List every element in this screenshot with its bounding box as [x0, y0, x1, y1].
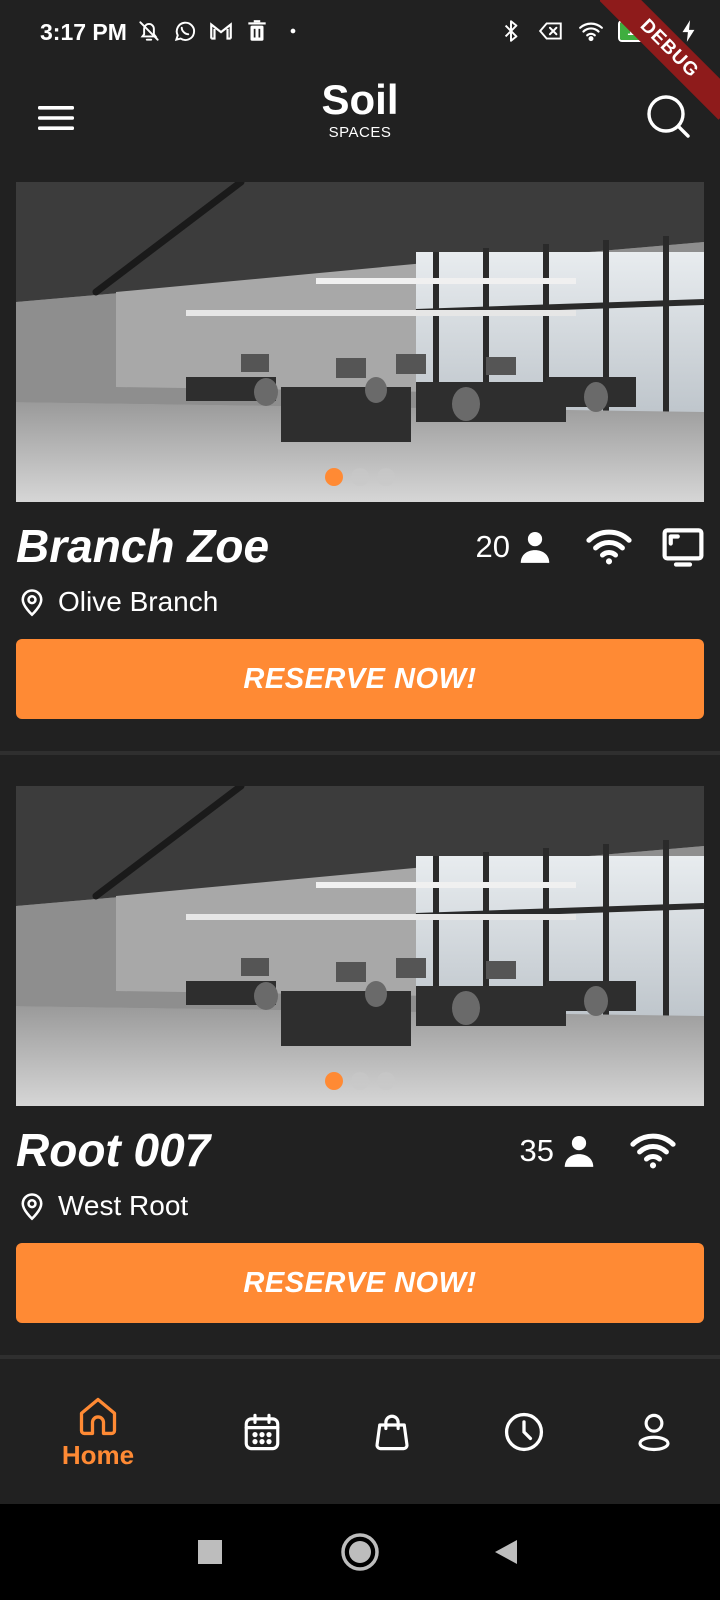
app-subtitle: SPACES: [328, 124, 392, 141]
space-name: Root 007: [16, 1124, 211, 1176]
people-icon: [564, 1135, 594, 1167]
space-image-carousel[interactable]: [16, 786, 704, 1106]
nav-home[interactable]: Home: [48, 1360, 148, 1504]
square-icon: [198, 1540, 222, 1564]
profile-icon: [638, 1413, 670, 1452]
search-button[interactable]: [640, 88, 696, 144]
wifi-icon: [630, 1133, 676, 1169]
nav-history[interactable]: [484, 1360, 564, 1504]
monitor-icon: [662, 528, 704, 567]
carousel-dot-active[interactable]: [325, 1072, 343, 1090]
nav-shopping[interactable]: [352, 1360, 432, 1504]
reserve-now-button[interactable]: RESERVE NOW!: [16, 1243, 704, 1323]
dot-icon: [290, 28, 296, 34]
status-bar: 3:17 PM 100: [0, 0, 720, 68]
notifications-off-icon: [139, 21, 159, 41]
carousel-dot[interactable]: [351, 468, 369, 486]
nav-home-label: Home: [61, 1439, 135, 1470]
reserve-now-button[interactable]: RESERVE NOW!: [16, 639, 704, 719]
card-divider: [0, 751, 720, 755]
carousel-dot[interactable]: [377, 468, 395, 486]
bluetooth-icon: [504, 20, 518, 42]
back-button[interactable]: [480, 1526, 532, 1578]
app-title-block: Soil SPACES: [0, 76, 720, 142]
space-amenities: 35: [520, 1129, 676, 1173]
status-time: 3:17 PM: [40, 19, 127, 45]
gmail-icon: [210, 22, 232, 40]
space-capacity: 35: [519, 1133, 554, 1168]
office-photo: [16, 786, 704, 1106]
location-pin-icon: [21, 1193, 43, 1221]
people-icon: [520, 531, 550, 563]
battery-level: 100: [627, 23, 649, 38]
app-bar: Soil SPACES: [0, 68, 720, 168]
location-pin-icon: [21, 589, 43, 617]
no-sim-icon: [538, 22, 562, 40]
carousel-dot[interactable]: [377, 1072, 395, 1090]
reserve-now-label: RESERVE NOW!: [243, 1266, 477, 1299]
trash-icon: [248, 20, 266, 41]
space-name: Branch Zoe: [16, 520, 270, 572]
nav-divider: [0, 1355, 720, 1359]
back-triangle-icon: [495, 1540, 517, 1564]
system-home-button[interactable]: [334, 1526, 386, 1578]
office-photo: [16, 182, 704, 502]
system-navigation-bar: [0, 1504, 720, 1600]
status-right-icons: 100: [498, 18, 702, 44]
space-capacity: 20: [475, 529, 510, 564]
carousel-dot[interactable]: [351, 1072, 369, 1090]
wifi-icon: [586, 529, 632, 565]
charging-icon: [682, 20, 695, 42]
space-amenities: 20: [476, 525, 704, 569]
calendar-icon: [244, 1413, 280, 1451]
status-left-icons: [136, 18, 306, 44]
wifi-icon: [579, 22, 603, 42]
carousel-dots: [16, 1072, 704, 1090]
space-image-carousel[interactable]: [16, 182, 704, 502]
location-text: West Root: [58, 1190, 189, 1221]
carousel-dot-active[interactable]: [325, 468, 343, 486]
reserve-now-label: RESERVE NOW!: [243, 662, 477, 695]
whatsapp-icon: [174, 21, 196, 42]
carousel-dots: [16, 468, 704, 486]
nav-calendar[interactable]: [222, 1360, 302, 1504]
search-icon: [647, 95, 690, 138]
circle-icon: [341, 1533, 379, 1571]
clock-icon: [504, 1412, 544, 1452]
shopping-bag-icon: [375, 1414, 409, 1451]
location-text: Olive Branch: [58, 586, 219, 617]
recents-button[interactable]: [184, 1526, 236, 1578]
bottom-navigation: Home: [0, 1360, 720, 1504]
nav-profile[interactable]: [614, 1360, 694, 1504]
battery-icon: 100: [618, 20, 662, 42]
space-location: West Root: [18, 1190, 188, 1222]
home-icon: [79, 1397, 117, 1435]
space-location: Olive Branch: [18, 586, 218, 618]
app-title: Soil: [321, 76, 399, 123]
